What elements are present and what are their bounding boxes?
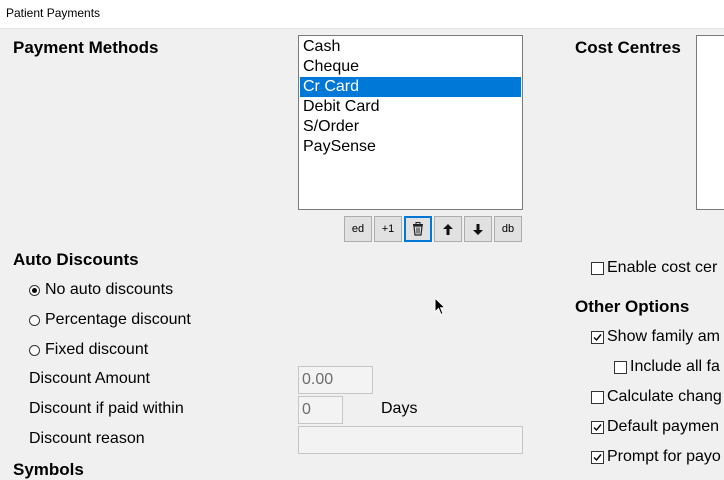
enable-cost-centres-label[interactable]: Enable cost cer (607, 259, 717, 277)
add-button[interactable]: +1 (374, 216, 402, 242)
db-button[interactable]: db (494, 216, 522, 242)
discount-amount-field[interactable]: 0.00 (298, 366, 373, 394)
list-item[interactable]: Cheque (300, 57, 521, 77)
arrow-down-icon (473, 223, 483, 235)
show-family-checkbox[interactable] (591, 331, 604, 344)
arrow-up-icon (443, 223, 453, 235)
discount-reason-field[interactable] (298, 426, 523, 454)
include-all-label[interactable]: Include all fa (630, 358, 720, 376)
days-label: Days (381, 400, 418, 417)
payment-methods-list[interactable]: Cash Cheque Cr Card Debit Card S/Order P… (298, 35, 523, 210)
list-item[interactable]: PaySense (300, 137, 521, 157)
cost-centres-list[interactable] (696, 35, 724, 210)
edit-label: ed (351, 223, 365, 235)
calculate-change-label[interactable]: Calculate chang (607, 388, 722, 406)
enable-cost-centres-checkbox[interactable] (591, 262, 604, 275)
auto-discounts-heading: Auto Discounts (13, 250, 139, 269)
checkmark-icon (593, 334, 602, 342)
no-auto-discounts-label[interactable]: No auto discounts (45, 281, 173, 299)
move-up-button[interactable] (434, 216, 462, 242)
prompt-payor-checkbox[interactable] (591, 451, 604, 464)
default-payment-checkbox[interactable] (591, 421, 604, 434)
percentage-discount-radio[interactable] (29, 315, 40, 326)
move-down-button[interactable] (464, 216, 492, 242)
prompt-payor-label[interactable]: Prompt for payo (607, 448, 721, 466)
calculate-change-checkbox[interactable] (591, 391, 604, 404)
fixed-discount-label[interactable]: Fixed discount (45, 341, 148, 359)
edit-button[interactable]: ed (344, 216, 372, 242)
checkmark-icon (593, 424, 602, 432)
include-all-checkbox[interactable] (614, 361, 627, 374)
add-label: +1 (381, 223, 395, 235)
no-auto-discounts-radio[interactable] (29, 285, 40, 296)
list-item[interactable]: Cash (300, 37, 521, 57)
list-item[interactable]: S/Order (300, 117, 521, 137)
discount-reason-label: Discount reason (29, 430, 145, 447)
list-item[interactable]: Debit Card (300, 97, 521, 117)
other-options-heading: Other Options (575, 297, 690, 316)
list-item-selected[interactable]: Cr Card (300, 77, 521, 97)
cost-centres-heading: Cost Centres (575, 38, 681, 57)
paid-within-field[interactable]: 0 (298, 396, 343, 424)
window-title: Patient Payments (0, 0, 724, 29)
trash-icon (413, 222, 423, 236)
db-label: db (501, 223, 515, 235)
percentage-discount-label[interactable]: Percentage discount (45, 311, 191, 329)
discount-amount-label: Discount Amount (29, 370, 150, 387)
payment-methods-heading: Payment Methods (13, 38, 159, 57)
delete-button[interactable] (404, 216, 432, 242)
show-family-label[interactable]: Show family am (607, 328, 720, 346)
symbols-heading: Symbols (13, 460, 84, 479)
mouse-cursor-icon (434, 297, 446, 316)
default-payment-label[interactable]: Default paymen (607, 418, 719, 436)
checkmark-icon (593, 454, 602, 462)
paid-within-label: Discount if paid within (29, 400, 184, 417)
fixed-discount-radio[interactable] (29, 345, 40, 356)
